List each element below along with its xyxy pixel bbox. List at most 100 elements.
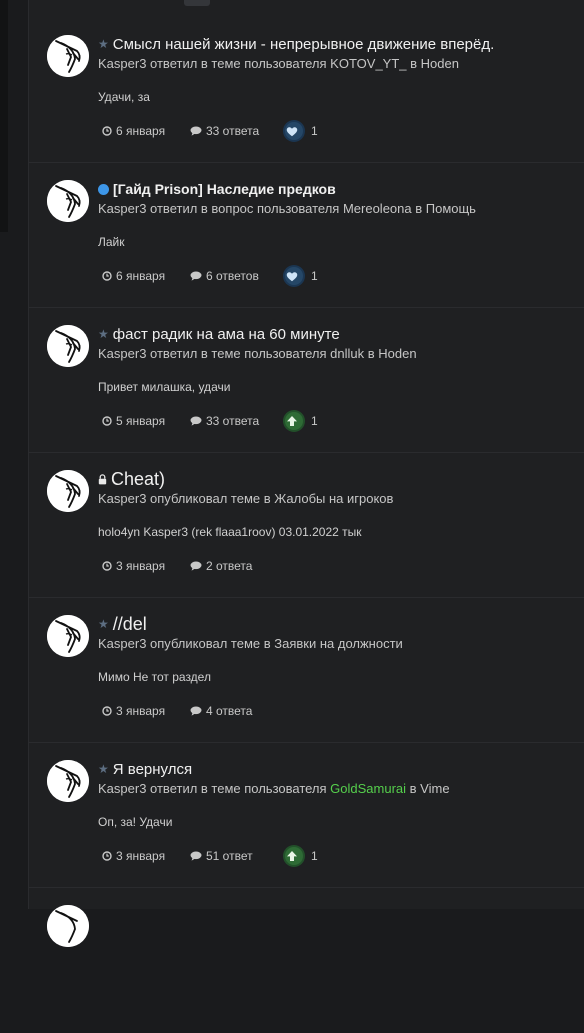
post-excerpt: Мимо Не тот раздел (98, 670, 211, 684)
avatar[interactable] (47, 470, 89, 512)
reaction[interactable]: 1 (285, 122, 318, 140)
avatar[interactable] (47, 615, 89, 657)
activity-stats: 6 января 33 ответа 1 (102, 122, 318, 140)
avatar-image (47, 470, 89, 512)
reply-count-text: 4 ответа (206, 704, 253, 718)
activity-meta: Kasper3 ответил в теме пользователя Gold… (98, 781, 450, 796)
reply-count[interactable]: 51 ответ (190, 849, 285, 863)
post-date[interactable]: 3 января (102, 849, 190, 863)
comment-icon (190, 706, 202, 716)
topic-title[interactable]: //del (113, 614, 147, 634)
activity-item: ★ //del Kasper3 опубликовал теме в Заявки… (29, 598, 584, 743)
topic-title[interactable]: Cheat) (111, 469, 165, 489)
post-date-text: 6 января (116, 269, 166, 283)
comment-icon (190, 851, 202, 861)
avatar[interactable] (47, 35, 89, 77)
activity-item: Cheat) Kasper3 опубликовал теме в Жалобы… (29, 453, 584, 598)
clock-icon (102, 416, 112, 426)
activity-meta: Kasper3 ответил в теме пользователя dnll… (98, 346, 417, 361)
topic-title-link[interactable]: ★ //del (98, 614, 147, 635)
upvote-icon (285, 412, 303, 430)
reply-count-text: 33 ответа (206, 414, 260, 428)
avatar-image (47, 615, 89, 657)
activity-stats: 3 января 4 ответа (102, 702, 285, 720)
avatar[interactable] (47, 760, 89, 802)
reaction-count: 1 (311, 269, 318, 283)
reaction-count: 1 (311, 124, 318, 138)
topic-author-link[interactable]: GoldSamurai (330, 781, 406, 796)
activity-meta-prefix: Kasper3 ответил в теме пользователя (98, 781, 331, 796)
post-excerpt: Удачи, за (98, 90, 150, 104)
activity-item: [Гайд Prison] Наследие предков Kasper3 о… (29, 163, 584, 308)
star-icon: ★ (98, 617, 109, 632)
reaction[interactable]: 1 (285, 412, 318, 430)
activity-meta: Kasper3 опубликовал теме в Жалобы на игр… (98, 491, 394, 506)
clock-icon (102, 706, 112, 716)
reply-count[interactable]: 33 ответа (190, 124, 285, 138)
post-excerpt: Лайк (98, 235, 125, 249)
clock-icon (102, 126, 112, 136)
star-icon: ★ (98, 762, 109, 777)
reaction[interactable]: 1 (285, 847, 318, 865)
reply-count[interactable]: 33 ответа (190, 414, 285, 428)
avatar[interactable] (47, 905, 89, 947)
post-date-text: 6 января (116, 124, 166, 138)
star-icon: ★ (98, 327, 109, 342)
avatar-image (47, 325, 89, 367)
activity-meta: Kasper3 ответил в вопрос пользователя Me… (98, 201, 476, 216)
topic-title-link[interactable]: Cheat) (98, 469, 165, 490)
post-date[interactable]: 3 января (102, 559, 190, 573)
activity-stats: 5 января 33 ответа 1 (102, 412, 318, 430)
post-date-text: 5 января (116, 414, 166, 428)
unread-dot-icon (98, 183, 109, 195)
post-date[interactable]: 6 января (102, 124, 190, 138)
star-icon: ★ (98, 37, 109, 52)
reply-count[interactable]: 2 ответа (190, 559, 285, 573)
activity-stats: 6 января 6 ответов 1 (102, 267, 318, 285)
activity-feed: ★ Смысл нашей жизни - непрерывное движени… (29, 18, 584, 1033)
topic-title[interactable]: [Гайд Prison] Наследие предков (113, 181, 336, 197)
activity-stats: 3 января 2 ответа (102, 557, 285, 575)
activity-feed-panel: ★ Смысл нашей жизни - непрерывное движени… (28, 0, 584, 947)
post-excerpt: Привет милашка, удачи (98, 380, 231, 394)
topic-title-link[interactable]: ★ фаст радик на ама на 60 минуте (98, 326, 340, 343)
post-excerpt: Оп, за! Удачи (98, 815, 173, 829)
topic-title-link[interactable]: [Гайд Prison] Наследие предков (98, 181, 336, 197)
activity-item (29, 888, 584, 1033)
comment-icon (190, 416, 202, 426)
reply-count-text: 33 ответа (206, 124, 260, 138)
pagination-tab[interactable] (184, 0, 210, 6)
activity-stats: 3 января 51 ответ 1 (102, 847, 318, 865)
reaction-count: 1 (311, 849, 318, 863)
activity-item: ★ Я вернулся Kasper3 ответил в теме польз… (29, 743, 584, 888)
post-date-text: 3 января (116, 559, 166, 573)
activity-meta-suffix: в Vime (406, 781, 450, 796)
comment-icon (190, 126, 202, 136)
reply-count[interactable]: 6 ответов (190, 269, 285, 283)
topic-title-link[interactable]: ★ Я вернулся (98, 761, 192, 778)
reply-count[interactable]: 4 ответа (190, 704, 285, 718)
avatar[interactable] (47, 325, 89, 367)
topic-title[interactable]: фаст радик на ама на 60 минуте (113, 326, 340, 343)
post-date[interactable]: 6 января (102, 269, 190, 283)
activity-meta: Kasper3 ответил в теме пользователя KOTO… (98, 56, 459, 71)
comment-icon (190, 561, 202, 571)
topic-title[interactable]: Я вернулся (113, 761, 192, 778)
comment-icon (190, 271, 202, 281)
post-date[interactable]: 5 января (102, 414, 190, 428)
activity-item: ★ фаст радик на ама на 60 минуте Kasper3 … (29, 308, 584, 453)
reply-count-text: 2 ответа (206, 559, 253, 573)
upvote-icon (285, 847, 303, 865)
post-excerpt: holo4yn Kasper3 (rek flaaa1roov) 03.01.2… (98, 525, 362, 539)
reaction[interactable]: 1 (285, 267, 318, 285)
topic-title-link[interactable]: ★ Смысл нашей жизни - непрерывное движени… (98, 36, 494, 53)
topic-title[interactable]: Смысл нашей жизни - непрерывное движение… (113, 36, 495, 53)
reaction-count: 1 (311, 414, 318, 428)
activity-meta: Kasper3 опубликовал теме в Заявки на дол… (98, 636, 403, 651)
activity-item: ★ Смысл нашей жизни - непрерывное движени… (29, 18, 584, 163)
post-date[interactable]: 3 января (102, 704, 190, 718)
post-date-text: 3 января (116, 849, 166, 863)
post-date-text: 3 января (116, 704, 166, 718)
clock-icon (102, 561, 112, 571)
avatar[interactable] (47, 180, 89, 222)
